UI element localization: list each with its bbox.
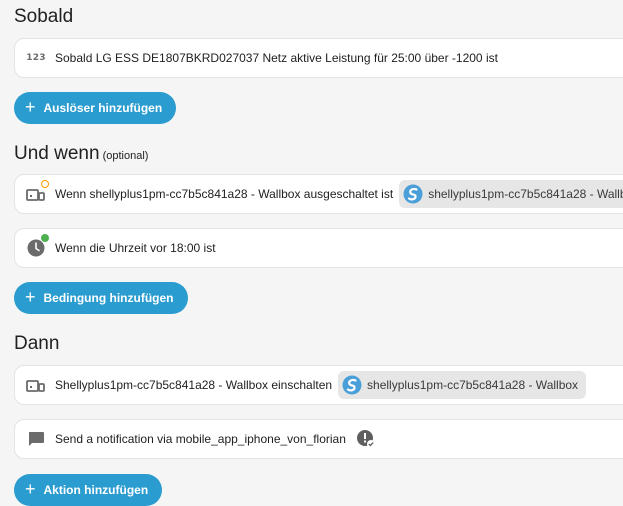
action-text: Shellyplus1pm-cc7b5c841a28 - Wallbox ein… xyxy=(55,378,333,392)
section-title-actions: Dann xyxy=(14,333,60,354)
condition-row-time[interactable]: Wenn die Uhrzeit vor 18:00 ist xyxy=(14,228,623,268)
plus-icon: + xyxy=(25,287,36,307)
status-badge-green xyxy=(41,234,49,242)
condition-row-device[interactable]: Wenn shellyplus1pm-cc7b5c841a28 - Wallbo… xyxy=(14,174,623,214)
device-icon xyxy=(25,180,49,205)
action-notification-text: Send a notification via mobile_app_iphon… xyxy=(55,432,346,446)
entity-chip[interactable]: shellyplus1pm-cc7b5c841a28 - Wallbox xyxy=(399,180,623,208)
entity-chip-label: shellyplus1pm-cc7b5c841a28 - Wallbox xyxy=(428,187,623,201)
section-title-triggers: Sobald xyxy=(14,6,74,27)
add-condition-button[interactable]: + Bedingung hinzufügen xyxy=(14,282,188,314)
add-action-button[interactable]: + Aktion hinzufügen xyxy=(14,474,163,506)
action-row-notification[interactable]: Send a notification via mobile_app_iphon… xyxy=(14,419,623,459)
trigger-text: Sobald LG ESS DE1807BKRD027037 Netz akti… xyxy=(55,51,498,65)
trigger-row[interactable]: 123 Sobald LG ESS DE1807BKRD027037 Netz … xyxy=(14,38,623,78)
add-trigger-button[interactable]: + Auslöser hinzufügen xyxy=(14,92,177,124)
action-row-device[interactable]: Shellyplus1pm-cc7b5c841a28 - Wallbox ein… xyxy=(14,365,623,405)
optional-label: (optional) xyxy=(102,150,149,162)
message-icon xyxy=(25,428,47,450)
clock-icon xyxy=(25,234,49,259)
alert-circle-icon xyxy=(356,430,375,448)
status-badge-orange xyxy=(41,180,49,188)
condition-time-text: Wenn die Uhrzeit vor 18:00 ist xyxy=(55,241,216,255)
plus-icon: + xyxy=(25,97,36,117)
add-condition-label: Bedingung hinzufügen xyxy=(43,291,174,305)
condition-text: Wenn shellyplus1pm-cc7b5c841a28 - Wallbo… xyxy=(55,187,394,201)
plus-icon: + xyxy=(25,479,36,499)
add-trigger-label: Auslöser hinzufügen xyxy=(43,101,163,115)
entity-chip-label: shellyplus1pm-cc7b5c841a28 - Wallbox xyxy=(367,378,579,392)
device-icon xyxy=(25,374,47,396)
shelly-logo-icon xyxy=(403,184,423,204)
add-action-label: Aktion hinzufügen xyxy=(43,483,149,497)
section-title-conditions: Und wenn (optional) xyxy=(14,143,149,164)
shelly-logo-icon xyxy=(342,375,362,395)
numeric-icon: 123 xyxy=(26,53,46,63)
entity-chip[interactable]: shellyplus1pm-cc7b5c841a28 - Wallbox xyxy=(338,371,587,399)
